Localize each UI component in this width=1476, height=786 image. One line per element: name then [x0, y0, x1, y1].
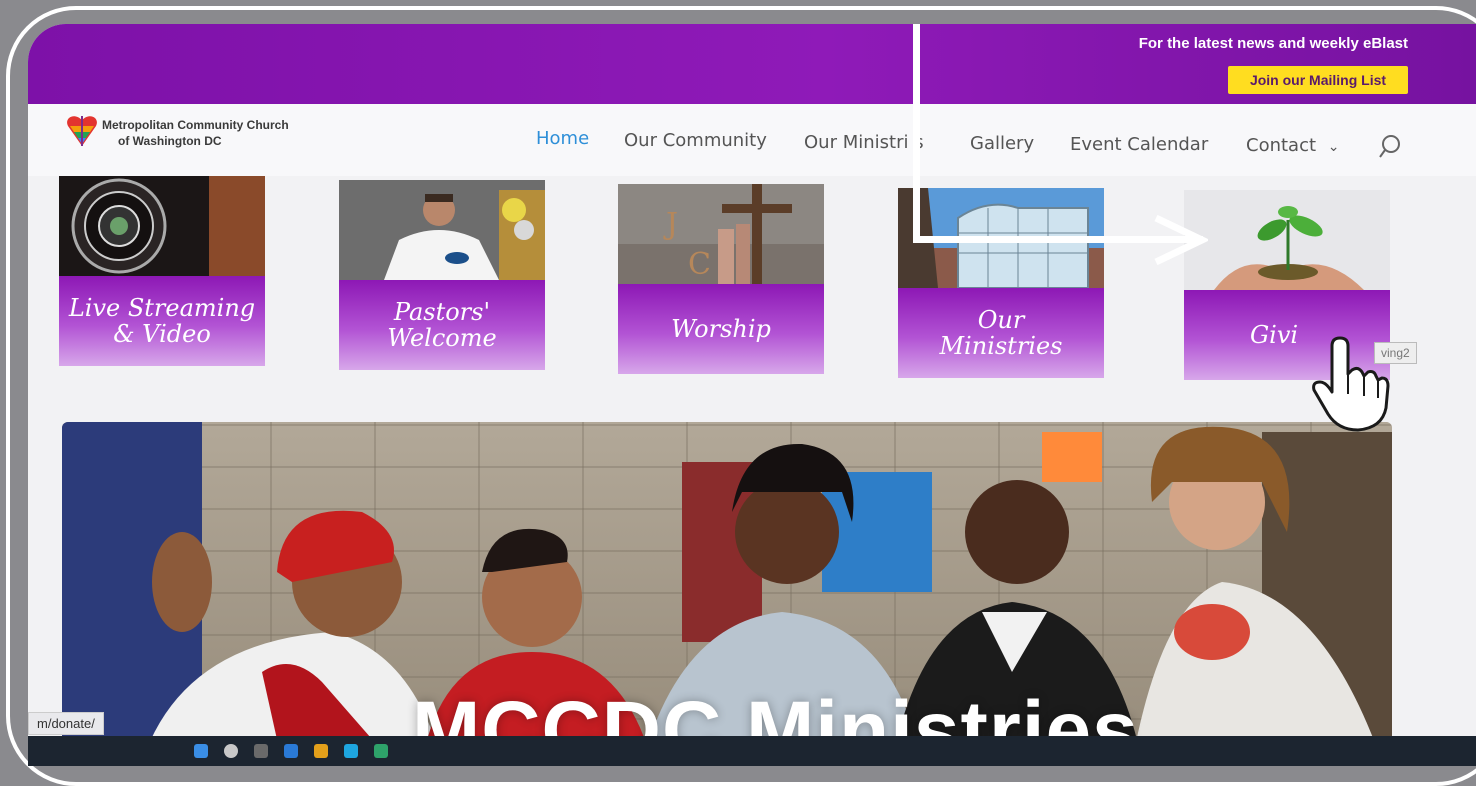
app-taskbar-icon[interactable] [374, 744, 388, 758]
tile-label: Live Streaming & Video [59, 276, 265, 366]
search-icon[interactable] [1378, 134, 1402, 160]
nav-event-calendar[interactable]: Event Calendar [1070, 134, 1208, 155]
svg-text:J: J [663, 207, 678, 242]
tile-live-streaming[interactable]: Live Streaming & Video [59, 176, 265, 366]
tile-label: Our Ministries [898, 288, 1104, 378]
site-name-line1: Metropolitan Community Church [102, 118, 289, 132]
browser-screen: For the latest news and weekly eBlast Jo… [28, 24, 1476, 766]
nav-contact[interactable]: Contact ⌄ [1246, 135, 1340, 156]
announcement-banner: For the latest news and weekly eBlast Jo… [28, 24, 1476, 104]
nav-home[interactable]: Home [536, 128, 589, 149]
svg-text:C: C [688, 247, 711, 282]
banner-text: For the latest news and weekly eBlast [1138, 35, 1408, 52]
status-bar-url: m/donate/ [28, 712, 104, 735]
nav-contact-label: Contact [1246, 135, 1317, 156]
windows-start-icon[interactable] [194, 744, 208, 758]
hand-pointer-icon [1312, 336, 1390, 432]
tile-label: Worship [618, 284, 824, 374]
main-navigation: Metropolitan Community Church of Washing… [28, 104, 1476, 176]
camera-lens-icon [59, 176, 265, 276]
edge-taskbar-icon[interactable] [344, 744, 358, 758]
seedling-photo-icon [1184, 190, 1390, 290]
tile-pastors-welcome[interactable]: Pastors' Welcome [339, 180, 545, 370]
tile-worship[interactable]: J C Worship [618, 184, 824, 374]
os-taskbar [28, 736, 1476, 766]
join-mailing-list-button[interactable]: Join our Mailing List [1228, 66, 1408, 94]
folder-taskbar-icon[interactable] [314, 744, 328, 758]
site-name[interactable]: Metropolitan Community Church of Washing… [102, 117, 289, 149]
annotation-arrow-vertical [913, 24, 920, 242]
cross-photo-icon: J C [618, 184, 824, 284]
pastor-photo-icon [339, 180, 545, 280]
tile-label: Pastors' Welcome [339, 280, 545, 370]
nav-our-ministries[interactable]: Our Ministri s [804, 132, 924, 153]
church-logo-icon[interactable] [66, 112, 98, 148]
tile-our-ministries[interactable]: Our Ministries [898, 188, 1104, 378]
nav-gallery[interactable]: Gallery [970, 133, 1034, 154]
browser-taskbar-icon[interactable] [284, 744, 298, 758]
site-name-line2: of Washington DC [118, 134, 222, 148]
nav-our-community[interactable]: Our Community [624, 130, 767, 151]
arrow-head-icon [1154, 214, 1208, 266]
hero-image: MCCDC Ministries [62, 422, 1392, 762]
chevron-down-icon: ⌄ [1327, 139, 1340, 155]
task-view-icon[interactable] [254, 744, 268, 758]
search-taskbar-icon[interactable] [224, 744, 238, 758]
